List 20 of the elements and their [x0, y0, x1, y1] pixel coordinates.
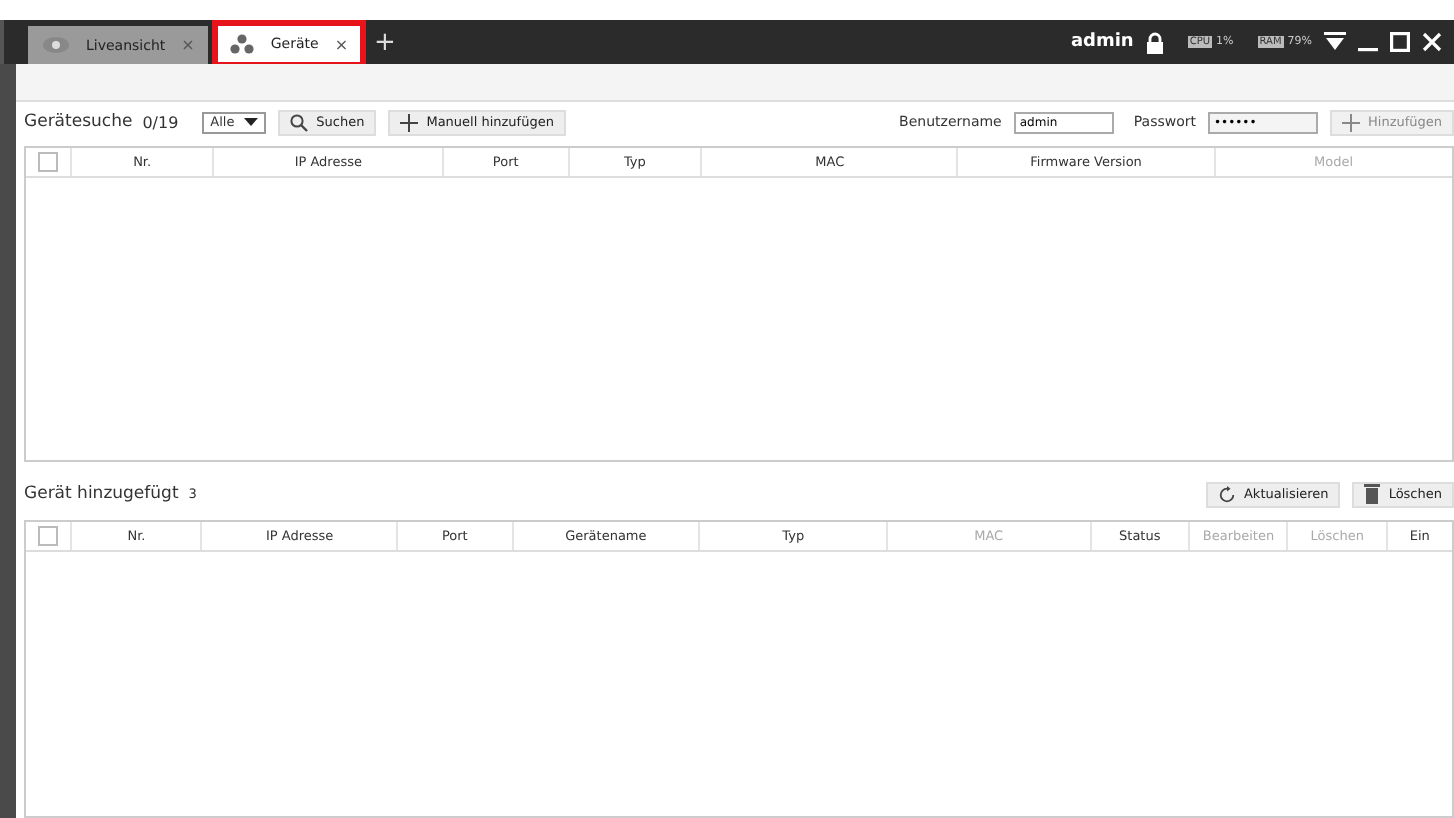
select-all-checkbox[interactable] [38, 526, 58, 546]
trash-icon [1364, 484, 1381, 504]
search-icon [290, 113, 309, 131]
close-button[interactable]: × [334, 35, 349, 53]
eye-icon [42, 36, 70, 54]
new-tab-button[interactable]: + [374, 27, 396, 57]
username-label: admin [1070, 32, 1134, 52]
section-title: Gerät hinzugefügt [24, 484, 179, 504]
device-count: 0/19 [142, 113, 179, 131]
plus-icon [400, 113, 419, 131]
plus-icon [1342, 113, 1360, 131]
close-icon[interactable] [1422, 32, 1442, 52]
section-title: Gerätesuche [24, 112, 133, 132]
menu-icon[interactable] [1324, 32, 1346, 52]
select-all-checkbox[interactable] [38, 152, 58, 172]
devices-icon [230, 34, 255, 54]
caret-icon [244, 118, 259, 126]
maximize-icon[interactable] [1390, 32, 1410, 52]
lock-icon [1145, 31, 1164, 53]
refresh-icon [1217, 485, 1236, 503]
